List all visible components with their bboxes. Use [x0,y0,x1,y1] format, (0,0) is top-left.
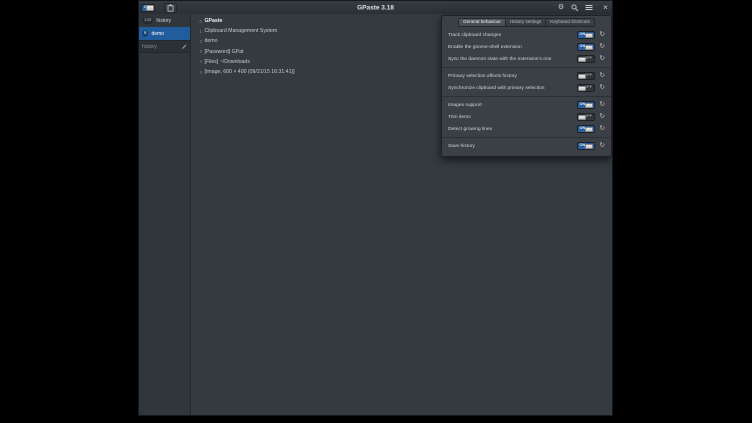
history-sidebar: 134 history 6 demo history [139,14,191,415]
item-index: 0 [198,19,202,24]
setting-label: Primary selection affects history [448,74,517,79]
toggle-switch[interactable]: ON [577,43,595,51]
switch-knob [146,5,154,11]
switch-knob [578,115,586,121]
setting-row: Save history ON ↻ [442,140,611,152]
new-history-value: history [142,44,157,50]
setting-label: Images support [448,103,482,108]
switch-knob [585,144,593,150]
switch-knob [585,127,593,133]
setting-row: Detect growing lines ON ↻ [442,123,611,135]
item-index: 2 [198,39,202,44]
setting-row: Sync the daemon state with the extension… [442,53,611,65]
setting-label: Save history [448,144,475,149]
settings-popover: General behaviour History settings Keybo… [441,15,612,157]
reset-icon[interactable]: ↻ [600,102,605,109]
desktop-background: ON GPaste 3.18 ⚙ × [0,0,752,423]
setting-label: Enable the gnome-shell extension [448,45,522,50]
header-bar: ON GPaste 3.18 ⚙ × [139,1,612,15]
item-label: [Image, 600 × 400 (09/21/15 16:31:41)] [205,69,295,75]
toggle-switch[interactable]: OFF [577,113,595,121]
switch-knob [585,45,593,51]
reset-icon[interactable]: ↻ [600,143,605,150]
switch-knob [578,86,586,92]
history-name: history [156,18,171,24]
switch-knob [578,57,586,63]
switch-knob [585,33,593,39]
history-list-item[interactable]: 6 demo [139,27,190,40]
item-index: 1 [198,29,202,34]
menu-button[interactable] [585,4,593,12]
hamburger-menu-icon [585,4,593,11]
new-history-entry[interactable]: history [139,40,190,53]
tab-general-behaviour[interactable]: General behaviour [458,18,506,27]
item-index: 4 [198,59,202,64]
toggle-switch[interactable]: ON [577,101,595,109]
history-count-badge: 134 [142,17,153,24]
toggle-switch[interactable]: OFF [577,84,595,92]
reset-icon[interactable]: ↻ [600,56,605,63]
search-button[interactable] [571,4,579,12]
search-icon [571,4,579,12]
reset-icon[interactable]: ↻ [600,114,605,121]
toggle-switch[interactable]: OFF [577,55,595,63]
settings-group: Track clipboard changes ON ↻ Enable the … [442,27,611,67]
toggle-switch[interactable]: ON [577,125,595,133]
item-label: [Files] ~/Downloads [205,59,250,65]
reset-icon[interactable]: ↻ [600,44,605,51]
history-count-badge: 6 [142,30,148,37]
setting-label: Trim items [448,115,471,120]
tab-keyboard-shortcuts[interactable]: Keyboard shortcuts [546,18,595,27]
close-button[interactable]: × [603,3,608,12]
settings-button[interactable]: ⚙ [557,4,565,12]
toggle-switch[interactable]: ON [577,31,595,39]
reset-icon[interactable]: ↻ [600,126,605,133]
edit-pencil-icon [181,44,187,50]
reset-icon[interactable]: ↻ [600,32,605,39]
clipboard-icon [167,4,174,12]
item-label: Clipboard Management System [205,28,278,34]
settings-tabs: General behaviour History settings Keybo… [442,16,611,27]
item-label: GPaste [205,18,223,24]
gear-icon: ⚙ [558,4,564,11]
settings-group: Primary selection affects history OFF ↻ … [442,67,611,96]
new-item-button[interactable] [164,3,177,13]
toggle-switch[interactable]: OFF [577,72,595,80]
header-left-controls: ON [141,1,177,14]
item-index: 5 [198,70,202,75]
reset-icon[interactable]: ↻ [600,85,605,92]
switch-knob [585,103,593,109]
setting-row: Trim items OFF ↻ [442,111,611,123]
history-list-item[interactable]: 134 history [139,14,190,27]
switch-knob [578,74,586,80]
toggle-switch[interactable]: ON [577,142,595,150]
history-name: demo [151,31,164,37]
gpaste-window: ON GPaste 3.18 ⚙ × [138,0,613,416]
setting-label: Detect growing lines [448,127,492,132]
setting-row: Enable the gnome-shell extension ON ↻ [442,41,611,53]
setting-row: Images support ON ↻ [442,99,611,111]
setting-label: Track clipboard changes [448,33,501,38]
setting-label: Synchronize clipboard with primary selec… [448,86,545,91]
tab-history-settings[interactable]: History settings [506,18,546,27]
settings-group: Save history ON ↻ [442,137,611,154]
reset-icon[interactable]: ↻ [600,73,605,80]
item-label: [Password] GPat [205,49,244,55]
daemon-switch[interactable]: ON [141,4,155,12]
setting-label: Sync the daemon state with the extension… [448,57,551,62]
item-label: demo [205,38,218,44]
setting-row: Synchronize clipboard with primary selec… [442,82,611,94]
setting-row: Track clipboard changes ON ↻ [442,29,611,41]
window-title: GPaste 3.18 [357,4,394,11]
settings-group: Images support ON ↻ Trim items OFF ↻ Det… [442,96,611,137]
item-index: 3 [198,49,202,54]
header-right-controls: ⚙ × [557,1,608,14]
setting-row: Primary selection affects history OFF ↻ [442,70,611,82]
